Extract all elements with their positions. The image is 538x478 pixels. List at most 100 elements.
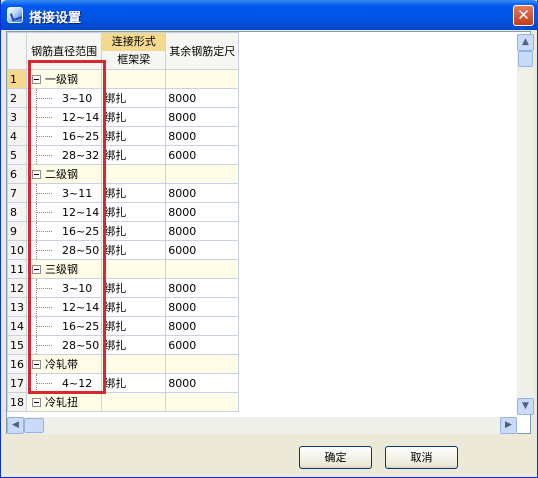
cell-range[interactable]: 4~12 — [25, 373, 103, 393]
cell-range[interactable]: 16~25 — [25, 221, 103, 241]
cell-range[interactable]: 12~14 — [25, 107, 103, 127]
cell-length[interactable] — [165, 392, 240, 412]
cell-length[interactable]: 8000 — [165, 373, 240, 393]
row-number[interactable]: 6 — [7, 164, 27, 184]
cell-connection[interactable] — [101, 69, 167, 89]
cell-range[interactable]: 12~14 — [25, 202, 103, 222]
cell-connection[interactable]: 绑扎 — [101, 278, 167, 298]
cell-range[interactable]: 冷轧带 — [25, 354, 103, 374]
cell-range[interactable]: 12~14 — [25, 297, 103, 317]
header-other-length[interactable]: 其余钢筋定尺 — [165, 32, 240, 70]
cell-length[interactable] — [165, 259, 240, 279]
table-row[interactable]: 15 28~50 绑扎 6000 — [7, 335, 240, 355]
title-bar[interactable]: 搭接设置 ✕ — [1, 0, 538, 30]
table-row[interactable]: 10 28~50 绑扎 6000 — [7, 240, 240, 260]
cell-connection[interactable] — [101, 164, 167, 184]
row-number[interactable]: 10 — [7, 240, 27, 260]
table-row[interactable]: 3 12~14 绑扎 8000 — [7, 107, 240, 127]
cell-connection[interactable]: 绑扎 — [101, 88, 167, 108]
cell-length[interactable]: 8000 — [165, 202, 240, 222]
table-row[interactable]: 5 28~32 绑扎 6000 — [7, 145, 240, 165]
row-number[interactable]: 16 — [7, 354, 27, 374]
table-row[interactable]: 6 二级钢 — [7, 164, 240, 184]
row-number[interactable]: 18 — [7, 392, 27, 412]
cell-length[interactable]: 8000 — [165, 297, 240, 317]
table-row[interactable]: 9 16~25 绑扎 8000 — [7, 221, 240, 241]
table-row[interactable]: 2 3~10 绑扎 8000 — [7, 88, 240, 108]
cell-connection[interactable]: 绑扎 — [101, 297, 167, 317]
cell-connection[interactable] — [101, 392, 167, 412]
cell-length[interactable] — [165, 354, 240, 374]
table-row[interactable]: 11 三级钢 — [7, 259, 240, 279]
cell-length[interactable]: 8000 — [165, 278, 240, 298]
horizontal-scroll-thumb[interactable] — [24, 418, 44, 433]
row-number[interactable]: 9 — [7, 221, 27, 241]
row-number[interactable]: 1 — [7, 69, 27, 89]
cell-range[interactable]: 3~10 — [25, 88, 103, 108]
cancel-button[interactable]: 取消 — [385, 446, 458, 469]
row-number[interactable]: 12 — [7, 278, 27, 298]
row-number[interactable]: 2 — [7, 88, 27, 108]
cell-range[interactable]: 28~50 — [25, 240, 103, 260]
horizontal-scrollbar[interactable]: ◀ ▶ — [7, 417, 517, 434]
cell-length[interactable]: 6000 — [165, 145, 240, 165]
cell-connection[interactable] — [101, 259, 167, 279]
vertical-scrollbar[interactable]: ▲ ▼ — [517, 34, 534, 415]
cell-range[interactable]: 一级钢 — [25, 69, 103, 89]
cell-connection[interactable]: 绑扎 — [101, 373, 167, 393]
table-row[interactable]: 16 冷轧带 — [7, 354, 240, 374]
cell-connection[interactable]: 绑扎 — [101, 107, 167, 127]
cell-length[interactable]: 6000 — [165, 240, 240, 260]
table-row[interactable]: 14 16~25 绑扎 8000 — [7, 316, 240, 336]
cell-length[interactable]: 8000 — [165, 107, 240, 127]
collapse-icon[interactable] — [32, 398, 41, 407]
cell-connection[interactable]: 绑扎 — [101, 240, 167, 260]
cell-range[interactable]: 3~10 — [25, 278, 103, 298]
cell-range[interactable]: 二级钢 — [25, 164, 103, 184]
vertical-scroll-thumb[interactable] — [518, 51, 533, 67]
table-row[interactable]: 8 12~14 绑扎 8000 — [7, 202, 240, 222]
cell-connection[interactable]: 绑扎 — [101, 145, 167, 165]
collapse-icon[interactable] — [32, 75, 41, 84]
table-row[interactable]: 13 12~14 绑扎 8000 — [7, 297, 240, 317]
cell-length[interactable]: 6000 — [165, 335, 240, 355]
cell-length[interactable]: 8000 — [165, 316, 240, 336]
table-row[interactable]: 7 3~11 绑扎 8000 — [7, 183, 240, 203]
collapse-icon[interactable] — [32, 265, 41, 274]
scroll-left-icon[interactable]: ◀ — [7, 417, 24, 434]
table-row[interactable]: 18 冷轧扭 — [7, 392, 240, 412]
row-number[interactable]: 8 — [7, 202, 27, 222]
table-row[interactable]: 12 3~10 绑扎 8000 — [7, 278, 240, 298]
row-number[interactable]: 3 — [7, 107, 27, 127]
table-row[interactable]: 1 一级钢 — [7, 69, 240, 89]
row-number[interactable]: 14 — [7, 316, 27, 336]
cell-connection[interactable]: 绑扎 — [101, 126, 167, 146]
row-number[interactable]: 13 — [7, 297, 27, 317]
cell-connection[interactable]: 绑扎 — [101, 202, 167, 222]
row-number[interactable]: 7 — [7, 183, 27, 203]
collapse-icon[interactable] — [32, 170, 41, 179]
row-number[interactable]: 11 — [7, 259, 27, 279]
cell-range[interactable]: 三级钢 — [25, 259, 103, 279]
cell-range[interactable]: 28~32 — [25, 145, 103, 165]
collapse-icon[interactable] — [32, 360, 41, 369]
cell-length[interactable]: 8000 — [165, 88, 240, 108]
scroll-up-icon[interactable]: ▲ — [517, 34, 534, 51]
cell-connection[interactable]: 绑扎 — [101, 183, 167, 203]
cell-range[interactable]: 3~11 — [25, 183, 103, 203]
table-row[interactable]: 17 4~12 绑扎 8000 — [7, 373, 240, 393]
cell-length[interactable] — [165, 164, 240, 184]
cell-length[interactable]: 8000 — [165, 221, 240, 241]
cell-range[interactable]: 16~25 — [25, 126, 103, 146]
cell-connection[interactable]: 绑扎 — [101, 221, 167, 241]
row-number[interactable]: 17 — [7, 373, 27, 393]
row-number[interactable]: 15 — [7, 335, 27, 355]
cell-length[interactable] — [165, 69, 240, 89]
cell-range[interactable]: 冷轧扭 — [25, 392, 103, 412]
table-row[interactable]: 4 16~25 绑扎 8000 — [7, 126, 240, 146]
cell-length[interactable]: 8000 — [165, 183, 240, 203]
scroll-down-icon[interactable]: ▼ — [517, 398, 534, 415]
cell-connection[interactable] — [101, 354, 167, 374]
cell-range[interactable]: 16~25 — [25, 316, 103, 336]
cell-connection[interactable]: 绑扎 — [101, 316, 167, 336]
